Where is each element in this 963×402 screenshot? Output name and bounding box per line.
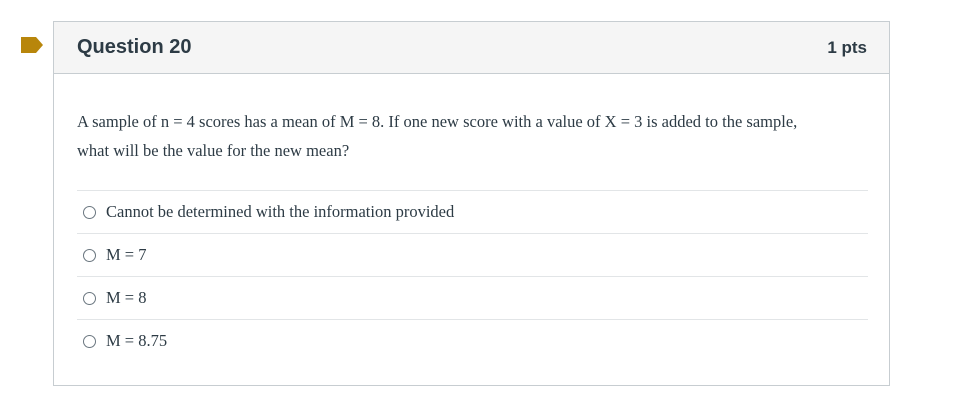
question-title: Question 20 bbox=[77, 36, 192, 58]
answer-option[interactable]: M = 7 bbox=[77, 233, 868, 276]
radio-icon[interactable] bbox=[83, 291, 96, 305]
question-card: Question 20 1 pts A sample of n = 4 scor… bbox=[53, 21, 890, 386]
answer-option[interactable]: M = 8 bbox=[77, 276, 868, 319]
radio-icon[interactable] bbox=[83, 205, 96, 219]
question-text-line2: what will be the value for the new mean? bbox=[77, 141, 350, 160]
answer-option[interactable]: Cannot be determined with the informatio… bbox=[77, 190, 868, 233]
radio-icon[interactable] bbox=[83, 334, 96, 348]
answer-label[interactable]: Cannot be determined with the informatio… bbox=[106, 202, 454, 222]
question-text: A sample of n = 4 scores has a mean of M… bbox=[77, 107, 867, 165]
answer-label[interactable]: M = 7 bbox=[106, 245, 146, 265]
answer-label[interactable]: M = 8 bbox=[106, 288, 146, 308]
question-header: Question 20 1 pts bbox=[54, 22, 889, 74]
answer-list: Cannot be determined with the informatio… bbox=[77, 190, 868, 362]
question-text-line1: A sample of n = 4 scores has a mean of M… bbox=[77, 112, 798, 131]
radio-icon[interactable] bbox=[83, 248, 96, 262]
answer-label[interactable]: M = 8.75 bbox=[106, 331, 167, 351]
answer-option[interactable]: M = 8.75 bbox=[77, 319, 868, 362]
question-points: 1 pts bbox=[827, 37, 867, 57]
flag-icon[interactable] bbox=[21, 37, 43, 53]
